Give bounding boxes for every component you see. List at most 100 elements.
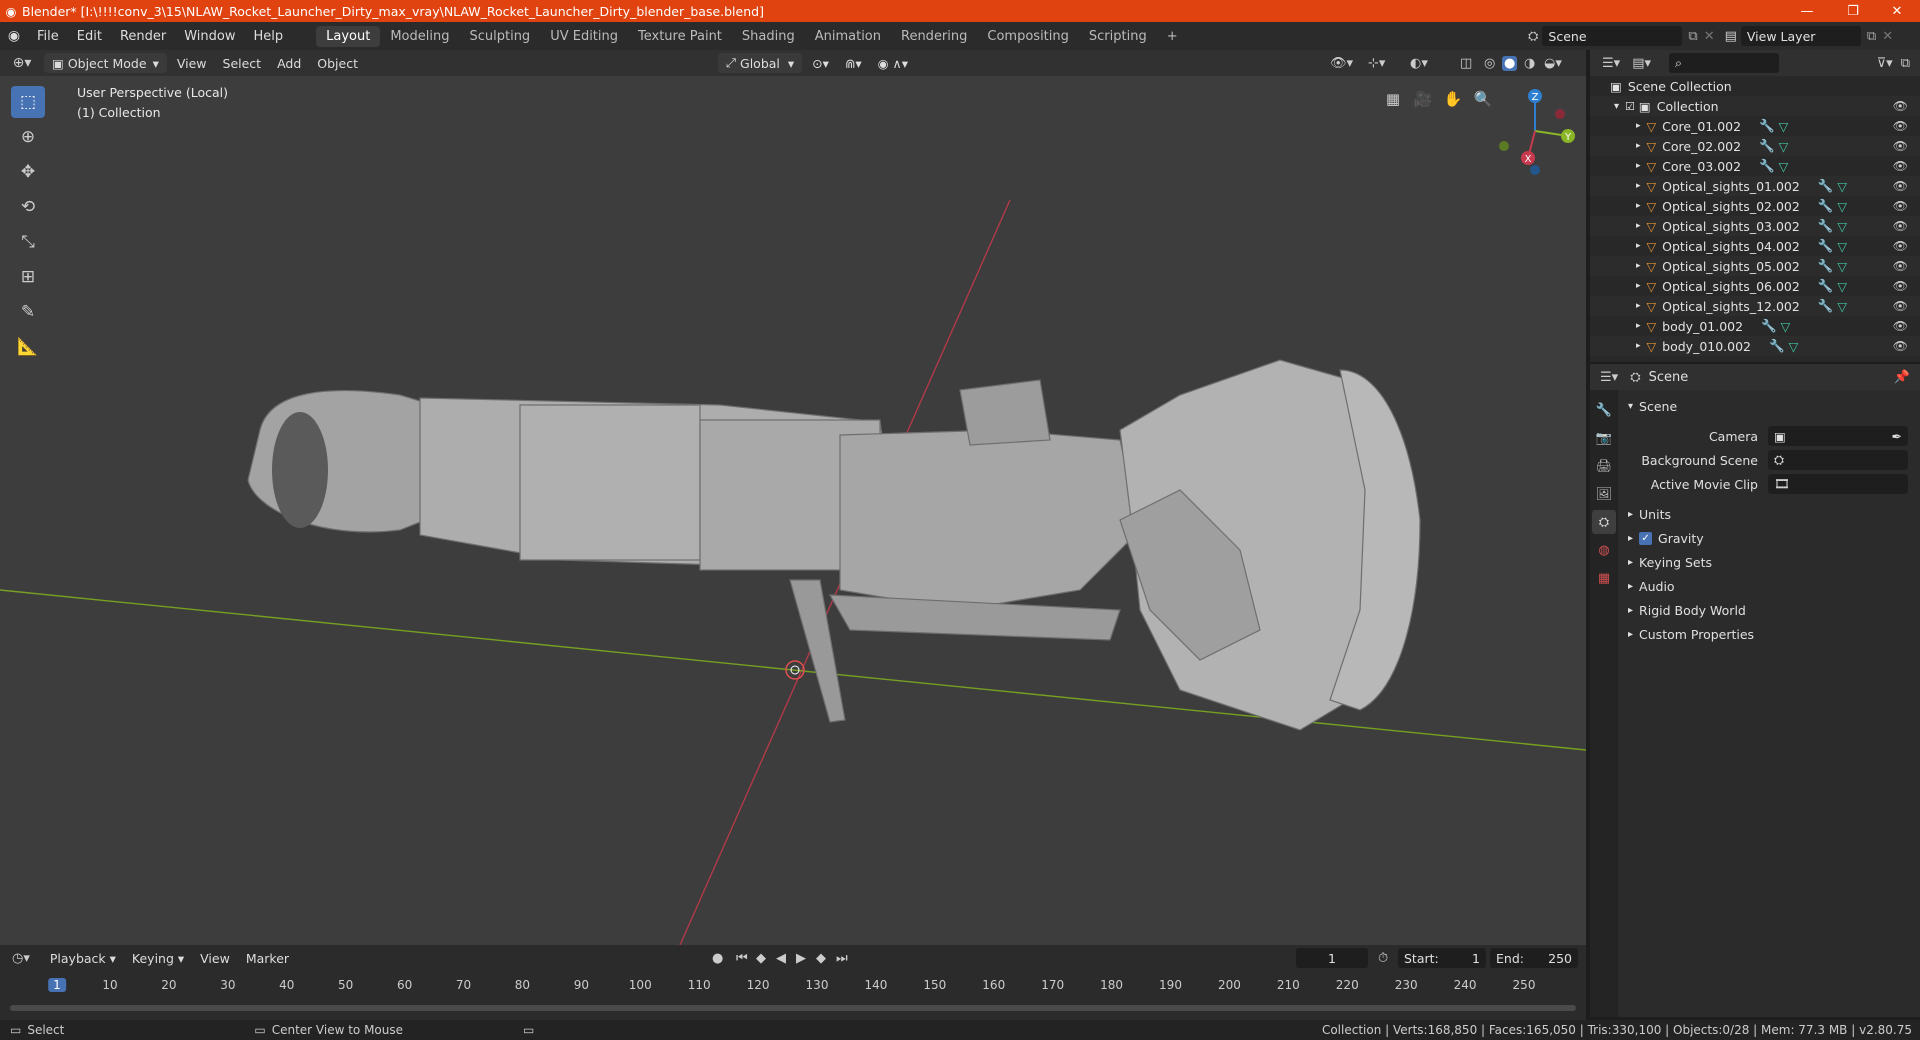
eye-icon[interactable]: 👁 (1893, 279, 1908, 293)
eye-icon[interactable]: 👁 (1893, 199, 1908, 213)
expand-arrow-icon[interactable]: ▸ (1636, 301, 1641, 311)
delete-scene-icon[interactable]: ✕ (1704, 29, 1715, 44)
xray-icon[interactable]: ◫ (1460, 56, 1472, 71)
eye-icon[interactable]: 👁 (1893, 219, 1908, 233)
viewport-menu-view[interactable]: View (169, 56, 215, 71)
viewport-menu-add[interactable]: Add (269, 56, 309, 71)
cursor-tool-icon[interactable]: ⊕ (11, 121, 45, 153)
solid-shading-icon[interactable]: ● (1502, 55, 1518, 71)
wireframe-shading-icon[interactable]: ◎ (1484, 56, 1495, 71)
outliner-item[interactable]: ▸ ▽ Core_01.002 🔧 ▽ 👁 (1590, 116, 1920, 136)
output-tab-icon[interactable]: 🖨 (1592, 454, 1616, 478)
measure-tool-icon[interactable]: 📐 (11, 331, 45, 363)
checkbox-icon[interactable]: ☑ (1625, 100, 1635, 113)
timeline-scrollbar[interactable] (10, 1005, 1576, 1011)
snap-icon[interactable]: ⋒▾ (837, 56, 870, 71)
tab-compositing[interactable]: Compositing (977, 26, 1079, 47)
view-layer-tab-icon[interactable]: 🖼 (1592, 482, 1616, 506)
tab-layout[interactable]: Layout (316, 25, 381, 47)
navigation-gizmo[interactable]: Z Y X (1490, 86, 1580, 176)
outliner-search-input[interactable]: ⌕ (1669, 53, 1779, 73)
expand-arrow-icon[interactable]: ▾ (1614, 101, 1619, 112)
background-scene-field[interactable]: ⛭ (1768, 450, 1908, 470)
outliner-item[interactable]: ▸ ▽ Core_03.002 🔧 ▽ 👁 (1590, 156, 1920, 176)
outliner-item[interactable]: ▸ ▽ Optical_sights_04.002 🔧 ▽ 👁 (1590, 236, 1920, 256)
eye-icon[interactable]: 👁 (1893, 179, 1908, 193)
blender-menu-icon[interactable]: ◉ (0, 28, 28, 44)
outliner-item[interactable]: ▸ ▽ body_010.002 🔧 ▽ 👁 (1590, 336, 1920, 356)
eye-icon[interactable]: 👁 (1893, 139, 1908, 153)
select-box-tool-icon[interactable]: ⬚ (11, 86, 45, 118)
menu-file[interactable]: File (28, 29, 68, 44)
toggle-perspective-icon[interactable]: ▦ (1380, 86, 1406, 112)
tab-modeling[interactable]: Modeling (380, 26, 459, 47)
eye-icon[interactable]: 👁 (1893, 239, 1908, 253)
outliner-item[interactable]: ▸ ▽ Optical_sights_05.002 🔧 ▽ 👁 (1590, 256, 1920, 276)
transform-orientation-selector[interactable]: ⤢ Global ▾ (718, 53, 803, 73)
tab-animation[interactable]: Animation (805, 26, 891, 47)
minimize-button[interactable]: — (1784, 0, 1830, 22)
expand-arrow-icon[interactable]: ▸ (1636, 181, 1641, 191)
properties-editor-type-icon[interactable]: ☰▾ (1600, 370, 1618, 385)
scene-tab-icon[interactable]: ⛭ (1592, 510, 1616, 534)
pivot-point-icon[interactable]: ⊙▾ (804, 56, 837, 71)
eye-icon[interactable]: 👁 (1893, 99, 1908, 113)
viewport-visibility-icon[interactable]: 👁▾ (1330, 56, 1353, 71)
viewport-menu-select[interactable]: Select (215, 56, 270, 71)
editor-type-icon[interactable]: ⊕▾ (0, 55, 44, 71)
restore-button[interactable]: ❐ (1830, 0, 1876, 22)
tab-shading[interactable]: Shading (732, 26, 805, 47)
expand-arrow-icon[interactable]: ▸ (1636, 141, 1641, 151)
camera-field[interactable]: ▣ ✒ (1768, 426, 1908, 446)
keying-sets-panel-header[interactable]: ▸ Keying Sets (1620, 550, 1920, 574)
new-view-layer-icon[interactable]: ⧉ (1867, 29, 1876, 44)
expand-arrow-icon[interactable]: ▸ (1636, 201, 1641, 211)
rigid-body-world-panel-header[interactable]: ▸ Rigid Body World (1620, 598, 1920, 622)
tab-rendering[interactable]: Rendering (891, 26, 977, 47)
expand-arrow-icon[interactable]: ▸ (1636, 121, 1641, 131)
move-tool-icon[interactable]: ✥ (11, 156, 45, 188)
outliner-scene-collection[interactable]: ▣ Scene Collection (1590, 76, 1920, 96)
texture-tab-icon[interactable]: ▦ (1592, 566, 1616, 590)
close-button[interactable]: ✕ (1874, 0, 1920, 22)
scale-tool-icon[interactable]: ⤡ (11, 226, 45, 258)
tab-texture-paint[interactable]: Texture Paint (628, 26, 732, 47)
expand-arrow-icon[interactable]: ▸ (1636, 341, 1641, 351)
menu-help[interactable]: Help (245, 29, 293, 44)
gravity-panel-header[interactable]: ▸ ✓ Gravity (1620, 526, 1920, 550)
world-tab-icon[interactable]: ◍ (1592, 538, 1616, 562)
tab-sculpting[interactable]: Sculpting (459, 26, 540, 47)
menu-render[interactable]: Render (111, 29, 175, 44)
new-collection-icon[interactable]: ⧉ (1901, 56, 1910, 71)
pin-icon[interactable]: 📌 (1894, 370, 1910, 385)
outliner-item[interactable]: ▸ ▽ Core_02.002 🔧 ▽ 👁 (1590, 136, 1920, 156)
tool-tab-icon[interactable]: 🔧 (1592, 398, 1616, 422)
3d-viewport[interactable]: ⊕▾ ▣ Object Mode ▾ View Select Add Object … (0, 50, 1586, 945)
outliner-editor-type-icon[interactable]: ☰▾ (1602, 56, 1620, 71)
scene-panel-header[interactable]: ▾ Scene (1620, 394, 1920, 418)
gravity-checkbox[interactable]: ✓ (1639, 531, 1653, 545)
proportional-edit-icon[interactable]: ◉ ∧▾ (870, 56, 916, 71)
expand-arrow-icon[interactable]: ▸ (1636, 161, 1641, 171)
render-tab-icon[interactable]: 📷 (1592, 426, 1616, 450)
pan-view-icon[interactable]: ✋ (1440, 86, 1466, 112)
view-layer-selector[interactable]: View Layer (1740, 26, 1861, 46)
filter-icon[interactable]: ⊽▾ (1877, 56, 1893, 71)
display-mode-icon[interactable]: ▤▾ (1632, 56, 1651, 71)
outliner-item[interactable]: ▸ ▽ Optical_sights_06.002 🔧 ▽ 👁 (1590, 276, 1920, 296)
new-scene-icon[interactable]: ⧉ (1688, 29, 1697, 44)
eye-icon[interactable]: 👁 (1893, 299, 1908, 313)
active-movie-clip-field[interactable]: 🎞 (1768, 474, 1908, 494)
menu-window[interactable]: Window (175, 29, 244, 44)
outliner-item[interactable]: ▸ ▽ Optical_sights_03.002 🔧 ▽ 👁 (1590, 216, 1920, 236)
mode-selector[interactable]: ▣ Object Mode ▾ (44, 53, 167, 73)
audio-panel-header[interactable]: ▸ Audio (1620, 574, 1920, 598)
eyedropper-icon[interactable]: ✒ (1892, 429, 1902, 444)
outliner-item[interactable]: ▸ ▽ Optical_sights_01.002 🔧 ▽ 👁 (1590, 176, 1920, 196)
units-panel-header[interactable]: ▸ Units (1620, 502, 1920, 526)
expand-arrow-icon[interactable]: ▸ (1636, 321, 1641, 331)
expand-arrow-icon[interactable]: ▸ (1636, 261, 1641, 271)
eye-icon[interactable]: 👁 (1893, 159, 1908, 173)
menu-edit[interactable]: Edit (68, 29, 111, 44)
expand-arrow-icon[interactable]: ▸ (1636, 241, 1641, 251)
